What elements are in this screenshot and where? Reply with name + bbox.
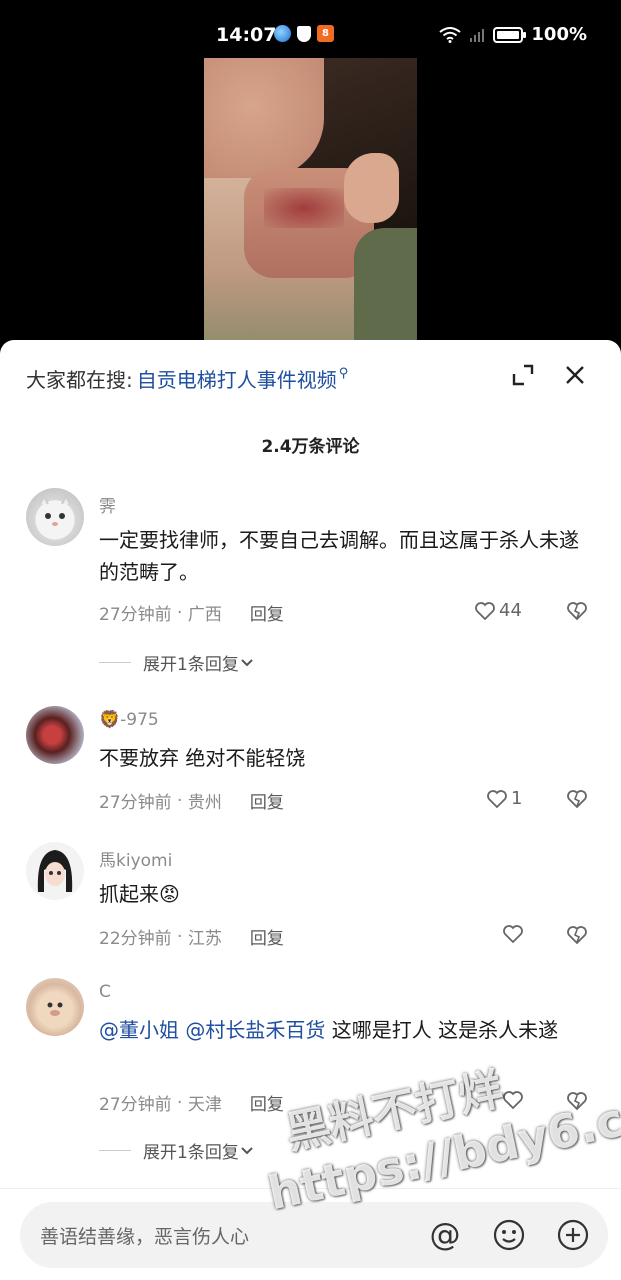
signal-icon: [470, 28, 485, 42]
comment-time: 27分钟前: [99, 605, 172, 625]
comment-username[interactable]: 馬kiyomi: [99, 846, 172, 871]
status-right: 100%: [439, 24, 587, 45]
search-icon: ⚲: [338, 366, 349, 381]
comment-username[interactable]: C: [99, 982, 111, 1002]
reply-button[interactable]: 回复: [250, 788, 284, 813]
heart-icon: [487, 789, 507, 808]
like-count: 44: [499, 600, 522, 621]
comment-input[interactable]: 善语结善缘，恶言伤人心: [40, 1222, 249, 1249]
reply-button[interactable]: 回复: [250, 600, 284, 625]
reply-button[interactable]: 回复: [250, 924, 284, 949]
plus-icon[interactable]: [556, 1218, 590, 1252]
search-suggestion[interactable]: 大家都在搜: 自贡电梯打人事件视频 ⚲: [26, 364, 348, 393]
chevron-down-icon: [241, 658, 253, 666]
comment-text: 抓起来😡: [99, 882, 180, 906]
reply-button[interactable]: 回复: [250, 1090, 284, 1115]
like-button[interactable]: [502, 1090, 524, 1110]
search-prefix: 大家都在搜:: [26, 368, 133, 392]
video-player[interactable]: [0, 58, 621, 358]
shield-icon: [297, 25, 311, 42]
comment-meta: 22分钟前 · 江苏 回复: [99, 924, 284, 950]
heart-icon: [503, 1091, 523, 1110]
expand-replies-label: 展开1条回复: [143, 1143, 239, 1163]
app-badge-icon: 8: [317, 25, 334, 42]
browser-icon: [274, 25, 291, 42]
comment-meta: 27分钟前 · 天津 回复: [99, 1090, 284, 1116]
comment-time: 22分钟前: [99, 929, 172, 949]
comment-username[interactable]: 🦁-975: [99, 710, 159, 730]
chevron-down-icon: [241, 1146, 253, 1154]
comments-count: 2.4万条评论: [261, 437, 360, 457]
battery-percent: 100%: [531, 24, 587, 45]
comment-meta: 27分钟前 · 广西 回复: [99, 600, 284, 626]
comment-location: 天津: [187, 1095, 222, 1115]
heart-icon: [475, 601, 495, 620]
avatar[interactable]: [26, 978, 84, 1036]
comment-location: 贵州: [187, 793, 222, 813]
mention-at-button[interactable]: @: [428, 1218, 462, 1252]
comment-text-body: 这哪是打人 这是杀人未遂: [325, 1018, 559, 1042]
expand-replies-button[interactable]: 展开1条回复: [99, 1138, 255, 1163]
avatar[interactable]: [26, 706, 84, 764]
status-bar: 14:07 8 100%: [0, 0, 621, 58]
status-time: 14:07: [216, 24, 277, 46]
like-count: 1: [511, 788, 523, 809]
avatar[interactable]: [26, 488, 84, 546]
dislike-icon[interactable]: [566, 600, 588, 622]
comment-meta: 27分钟前 · 贵州 回复: [99, 788, 284, 814]
comment-text: @董小姐 @村长盐禾百货 这哪是打人 这是杀人未遂: [99, 1014, 589, 1046]
dislike-icon[interactable]: [566, 1090, 588, 1112]
like-button[interactable]: 44: [474, 600, 522, 621]
comment-text: 不要放弃 绝对不能轻饶: [99, 746, 306, 770]
comment-text: 一定要找律师，不要自己去调解。而且这属于杀人未遂的范畴了。: [99, 528, 579, 584]
mention-link[interactable]: @村长盐禾百货: [185, 1018, 325, 1042]
status-icons-left: 8: [274, 25, 334, 42]
comment-time: 27分钟前: [99, 793, 172, 813]
expand-replies-label: 展开1条回复: [143, 655, 239, 675]
video-frame: [204, 58, 417, 358]
heart-icon: [503, 925, 523, 944]
emoji-icon[interactable]: [492, 1218, 526, 1252]
battery-icon: [493, 26, 527, 43]
mention-link[interactable]: @董小姐: [99, 1018, 179, 1042]
comment-location: 江苏: [187, 929, 222, 949]
dislike-icon[interactable]: [566, 924, 588, 946]
close-button[interactable]: [562, 362, 588, 388]
comment-time: 27分钟前: [99, 1095, 172, 1115]
comments-sheet: 大家都在搜: 自贡电梯打人事件视频 ⚲ 2.4万条评论 霁 一定要找律师，不要自…: [0, 340, 621, 1280]
divider: [0, 1188, 621, 1189]
wifi-icon: [439, 26, 462, 43]
dislike-icon[interactable]: [566, 788, 588, 810]
like-button[interactable]: 1: [486, 788, 522, 809]
search-term-link[interactable]: 自贡电梯打人事件视频: [137, 364, 337, 393]
comment-input-bar[interactable]: 善语结善缘，恶言伤人心 @: [20, 1202, 608, 1268]
comment-location: 广西: [187, 605, 222, 625]
expand-button[interactable]: [510, 362, 536, 388]
avatar[interactable]: [26, 842, 84, 900]
comment-username[interactable]: 霁: [99, 492, 116, 517]
expand-replies-button[interactable]: 展开1条回复: [99, 650, 255, 675]
like-button[interactable]: [502, 924, 524, 944]
